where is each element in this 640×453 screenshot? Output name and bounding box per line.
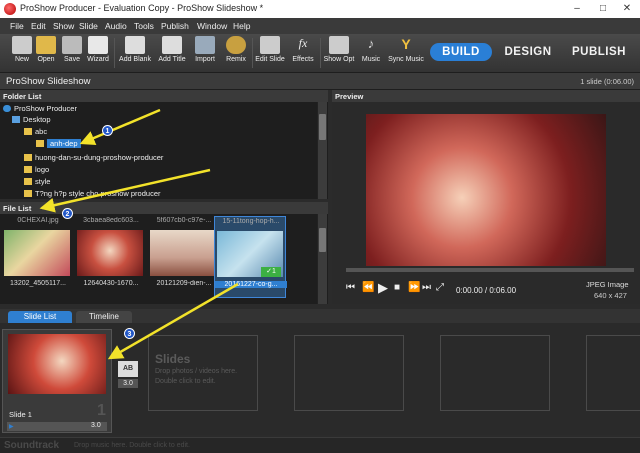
callout-2: 2 bbox=[62, 208, 73, 219]
arrow-3 bbox=[107, 282, 239, 360]
annotation-arrows bbox=[39, 108, 239, 360]
arrow-1 bbox=[79, 108, 161, 146]
arrow-2 bbox=[39, 168, 211, 213]
callout-3: 3 bbox=[124, 328, 135, 339]
callout-1: 1 bbox=[102, 125, 113, 136]
